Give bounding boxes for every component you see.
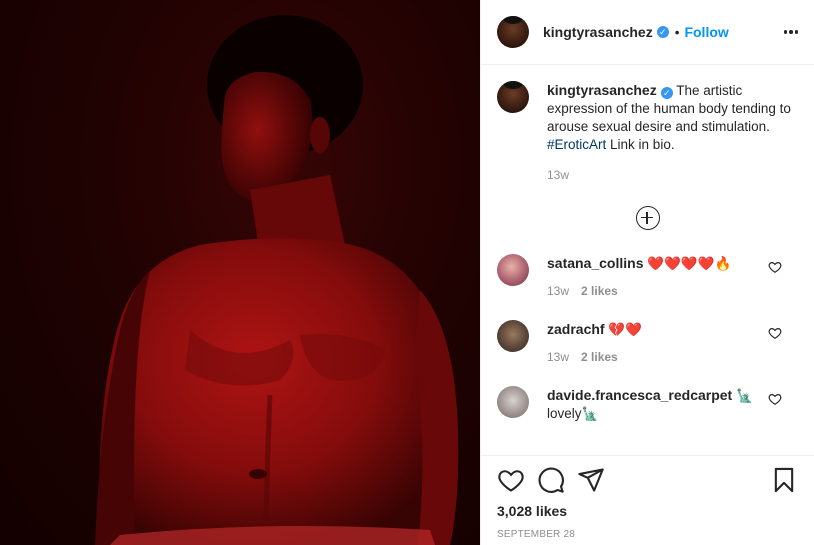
separator-dot: • — [674, 24, 680, 40]
like-count[interactable]: 3,028 likes — [497, 503, 798, 519]
comment-body: zadrachf 💔❤️ 13w 2 likes — [547, 320, 798, 364]
commenter-avatar[interactable] — [497, 386, 529, 418]
commenter-username[interactable]: satana_collins — [547, 255, 644, 271]
heart-outline-icon[interactable] — [768, 392, 782, 406]
comment-text: ❤️❤️❤️❤️🔥 — [647, 256, 732, 271]
author-username[interactable]: kingtyrasanchez — [543, 24, 653, 40]
comment-timestamp[interactable]: 13w — [547, 284, 569, 298]
comment-text: 🗽 — [735, 388, 753, 403]
caption-body: kingtyrasanchez ✓ The artistic expression… — [547, 81, 798, 184]
more-options-icon[interactable] — [783, 24, 798, 40]
post-photo — [0, 0, 480, 545]
author-info: kingtyrasanchez ✓ • Follow — [543, 24, 729, 40]
heart-outline-icon[interactable] — [768, 260, 782, 274]
post-modal: kingtyrasanchez ✓ • Follow kingtyrasanch… — [0, 0, 814, 545]
comment-body: satana_collins ❤️❤️❤️❤️🔥 13w 2 likes — [547, 254, 798, 298]
verified-badge-icon: ✓ — [656, 26, 669, 38]
comment-bubble-icon[interactable] — [537, 466, 565, 494]
caption-author-username[interactable]: kingtyrasanchez — [547, 82, 657, 98]
paper-plane-icon[interactable] — [577, 466, 605, 494]
post-caption: kingtyrasanchez ✓ The artistic expression… — [497, 81, 798, 184]
commenter-username[interactable]: davide.francesca_redcarpet — [547, 387, 732, 403]
heart-outline-icon[interactable] — [768, 326, 782, 340]
author-avatar[interactable] — [497, 16, 529, 48]
action-icons — [497, 464, 798, 496]
caption-author-avatar[interactable] — [497, 81, 529, 113]
comment-timestamp[interactable]: 13w — [547, 350, 569, 364]
comments-list[interactable]: kingtyrasanchez ✓ The artistic expression… — [481, 65, 814, 455]
caption-tail: Link in bio. — [606, 137, 675, 152]
comment-item: satana_collins ❤️❤️❤️❤️🔥 13w 2 likes — [497, 254, 798, 298]
comment-text-line: satana_collins ❤️❤️❤️❤️🔥 — [547, 254, 798, 273]
bookmark-icon[interactable] — [770, 466, 798, 494]
caption-hashtag[interactable]: #EroticArt — [547, 137, 606, 152]
comment-text-line-2: lovely🗽 — [547, 406, 599, 421]
comment-likes[interactable]: 2 likes — [581, 284, 618, 298]
comment-meta: 13w 2 likes — [547, 350, 798, 364]
commenter-avatar[interactable] — [497, 254, 529, 286]
post-side-panel: kingtyrasanchez ✓ • Follow kingtyrasanch… — [480, 0, 814, 545]
heart-icon[interactable] — [497, 466, 525, 494]
follow-button[interactable]: Follow — [684, 24, 728, 40]
commenter-username[interactable]: zadrachf — [547, 321, 605, 337]
comment-body: davide.francesca_redcarpet 🗽 lovely🗽 — [547, 386, 798, 423]
comment-text-line: davide.francesca_redcarpet 🗽 — [547, 386, 798, 405]
caption-timestamp[interactable]: 13w — [547, 166, 798, 184]
comment-meta: 13w 2 likes — [547, 284, 798, 298]
comment-item: zadrachf 💔❤️ 13w 2 likes — [497, 320, 798, 364]
comment-item: davide.francesca_redcarpet 🗽 lovely🗽 — [497, 386, 798, 423]
post-date[interactable]: SEPTEMBER 28 — [497, 529, 798, 540]
plus-circle-icon[interactable] — [635, 206, 660, 230]
comment-text: 💔❤️ — [608, 322, 642, 337]
load-more-comments — [497, 206, 798, 230]
comment-likes[interactable]: 2 likes — [581, 350, 618, 364]
post-photo-illustration — [0, 0, 480, 545]
post-header: kingtyrasanchez ✓ • Follow — [481, 0, 814, 65]
verified-badge-icon: ✓ — [660, 87, 673, 99]
comment-text-line: zadrachf 💔❤️ — [547, 320, 798, 339]
post-actions: 3,028 likes SEPTEMBER 28 — [481, 455, 814, 540]
commenter-avatar[interactable] — [497, 320, 529, 352]
